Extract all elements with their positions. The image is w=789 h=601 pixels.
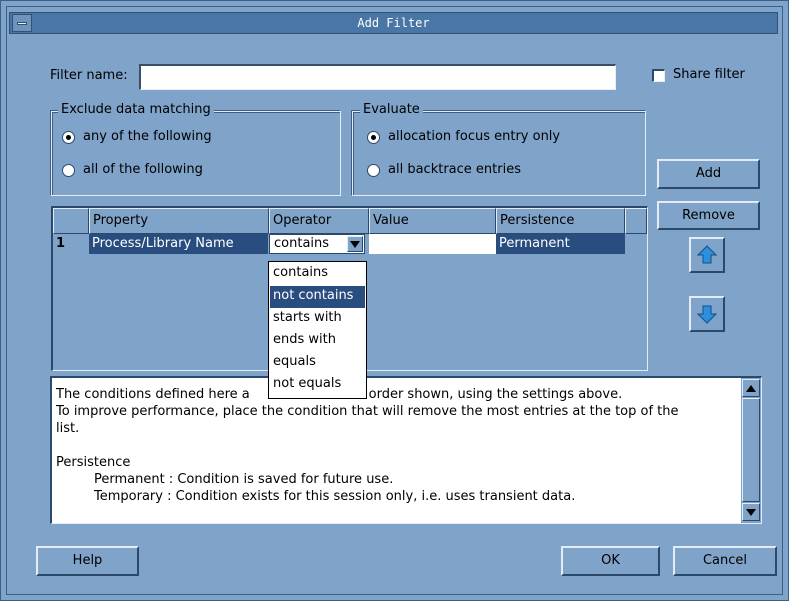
column-header-filler <box>625 208 647 234</box>
operator-dropdown[interactable]: contains not contains starts with ends w… <box>268 261 367 399</box>
column-header-property[interactable]: Property <box>89 208 269 234</box>
description-box[interactable]: The conditions defined here a n the order… <box>50 376 762 524</box>
ok-button-label: OK <box>601 553 620 568</box>
share-filter-label: Share filter <box>673 67 745 82</box>
radio-selected-dot <box>66 135 71 140</box>
column-header-operator[interactable]: Operator <box>269 208 369 234</box>
add-button[interactable]: Add <box>657 159 760 189</box>
minimize-icon <box>17 22 27 25</box>
move-up-button[interactable] <box>689 237 725 273</box>
cell-property[interactable]: Process/Library Name <box>89 234 268 254</box>
description-line: Temporary : Condition exists for this se… <box>94 489 576 504</box>
description-line: To improve performance, place the condit… <box>56 404 679 419</box>
ok-button[interactable]: OK <box>561 546 660 576</box>
filter-name-label: Filter name: <box>50 68 128 83</box>
chevron-up-icon <box>746 385 756 392</box>
description-line: The conditions defined here a n the order… <box>56 386 736 403</box>
dropdown-option-not-equals[interactable]: not equals <box>270 374 365 396</box>
dropdown-option-starts-with[interactable]: starts with <box>270 308 365 330</box>
description-line: Persistence <box>56 455 131 470</box>
description-line <box>56 437 736 454</box>
operator-combo-arrow[interactable] <box>347 236 363 252</box>
evaluate-group-box <box>352 111 646 196</box>
radio-any-label: any of the following <box>83 129 212 144</box>
radio-allocation-focus[interactable] <box>367 131 380 144</box>
operator-combo-value: contains <box>274 236 330 251</box>
chevron-down-icon <box>350 241 360 248</box>
description-line-part: n the order shown, using the settings ab… <box>330 387 623 402</box>
dropdown-option-equals[interactable]: equals <box>270 352 365 374</box>
table-corner-header <box>53 208 89 234</box>
exclude-group-title: Exclude data matching <box>58 102 214 118</box>
chevron-down-icon <box>746 509 756 516</box>
cell-value[interactable] <box>369 234 496 254</box>
cell-persistence[interactable]: Permanent <box>496 234 625 254</box>
window-title: Add Filter <box>357 16 430 30</box>
description-text: The conditions defined here a n the order… <box>56 386 736 505</box>
move-down-button[interactable] <box>689 296 725 332</box>
window-menu-button[interactable] <box>12 14 32 32</box>
exclude-group-box <box>51 111 341 196</box>
evaluate-group-title: Evaluate <box>360 102 423 118</box>
dropdown-option-not-contains[interactable]: not contains <box>270 286 365 308</box>
scroll-down-button[interactable] <box>742 503 760 521</box>
arrow-up-icon <box>697 245 717 264</box>
title-bar[interactable]: Add Filter <box>9 12 778 34</box>
cancel-button[interactable]: Cancel <box>673 546 777 576</box>
radio-all-backtrace[interactable] <box>367 164 380 177</box>
help-button[interactable]: Help <box>36 546 139 576</box>
filter-name-input[interactable] <box>139 64 616 90</box>
arrow-down-icon <box>697 305 717 324</box>
radio-all-label: all of the following <box>83 162 203 177</box>
radio-all[interactable] <box>62 164 75 177</box>
radio-allocation-focus-label: allocation focus entry only <box>388 129 561 144</box>
description-scrollbar[interactable] <box>741 378 761 523</box>
dropdown-option-ends-with[interactable]: ends with <box>270 330 365 352</box>
column-header-persistence[interactable]: Persistence <box>496 208 625 234</box>
operator-combo[interactable]: contains <box>269 234 365 254</box>
radio-all-backtrace-label: all backtrace entries <box>388 162 521 177</box>
help-button-label: Help <box>72 553 103 568</box>
share-filter-checkbox[interactable] <box>652 69 665 82</box>
dropdown-option-contains[interactable]: contains <box>270 263 365 285</box>
radio-selected-dot <box>371 135 376 140</box>
description-line-part: The conditions defined here a <box>56 387 250 402</box>
column-header-value[interactable]: Value <box>369 208 496 234</box>
description-line: Permanent : Condition is saved for futur… <box>94 472 394 487</box>
row-index[interactable]: 1 <box>53 234 89 254</box>
cancel-button-label: Cancel <box>702 553 748 568</box>
scroll-up-button[interactable] <box>742 379 760 397</box>
remove-button[interactable]: Remove <box>657 201 760 230</box>
radio-any[interactable] <box>62 131 75 144</box>
scroll-thumb[interactable] <box>742 398 760 502</box>
description-line: list. <box>56 421 80 436</box>
